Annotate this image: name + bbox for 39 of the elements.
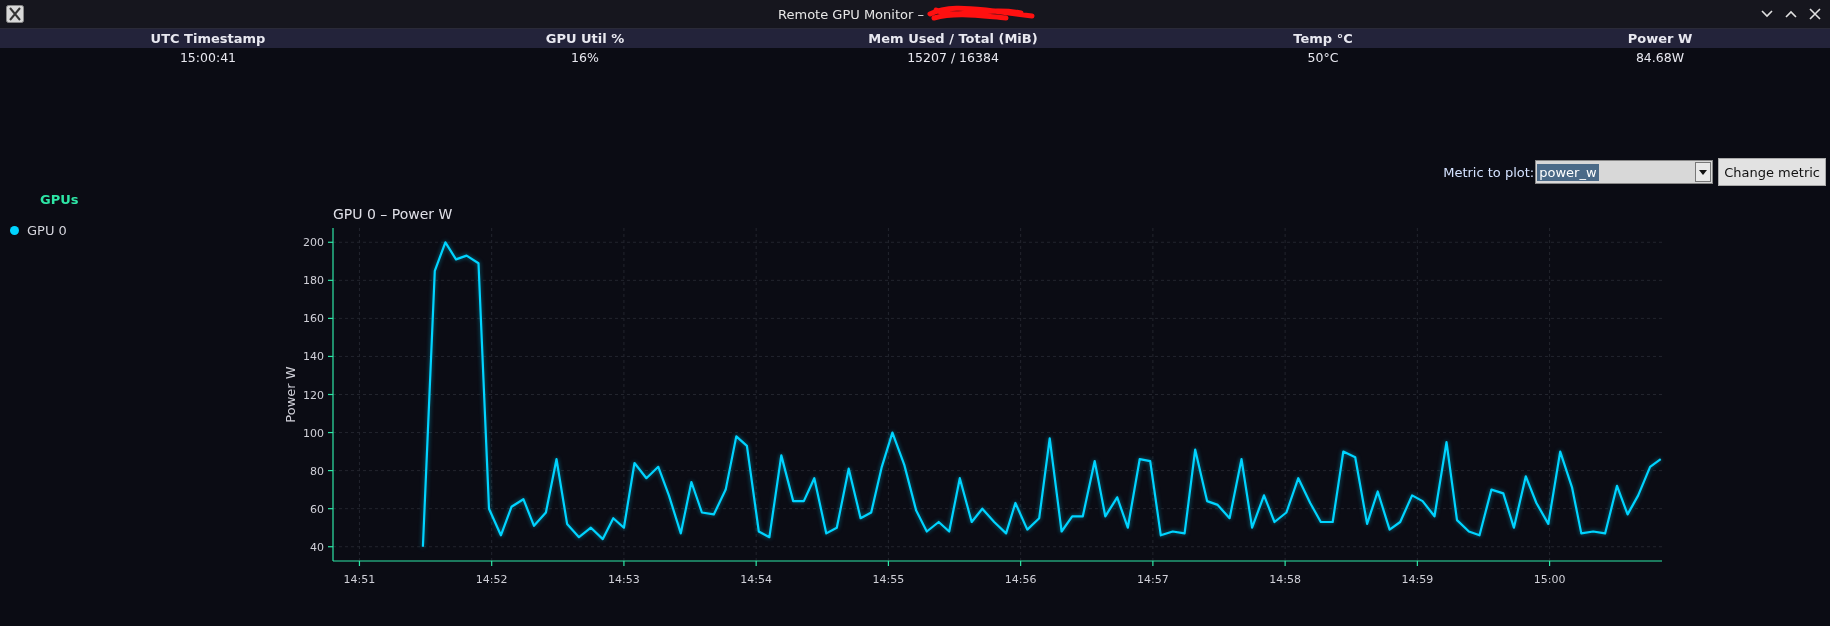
x-tick-label: 14:55 bbox=[872, 573, 905, 586]
metric-dropdown[interactable]: power_w bbox=[1535, 160, 1714, 184]
y-tick-label: 100 bbox=[303, 426, 324, 440]
table-cell: 15207 / 16384 bbox=[907, 50, 999, 65]
metric-label: Metric to plot: bbox=[1443, 164, 1535, 180]
gpu-list-item[interactable]: GPU 0 bbox=[27, 223, 67, 238]
x-tick-label: 15:00 bbox=[1533, 573, 1566, 586]
x-tick-label: 14:54 bbox=[740, 573, 772, 586]
column-header: GPU Util % bbox=[545, 31, 625, 46]
table-cell: 15:00:41 bbox=[179, 50, 237, 65]
column-header: Temp °C bbox=[1293, 31, 1353, 46]
table-cell: 50°C bbox=[1307, 50, 1339, 65]
chart-title: GPU 0 – Power W bbox=[333, 206, 453, 222]
y-tick-label: 120 bbox=[303, 388, 324, 402]
y-tick-label: 200 bbox=[303, 236, 324, 250]
y-tick-label: 160 bbox=[303, 312, 324, 326]
x-tick-label: 14:57 bbox=[1137, 573, 1169, 586]
x-tick-label: 14:51 bbox=[343, 573, 376, 586]
x-tick-label: 14:58 bbox=[1269, 573, 1301, 586]
column-header: Power W bbox=[1627, 31, 1693, 46]
close-icon[interactable] bbox=[1808, 7, 1822, 21]
x-tick-label: 14:56 bbox=[1004, 573, 1037, 586]
x-tick-label: 14:53 bbox=[608, 573, 640, 586]
y-tick-label: 80 bbox=[310, 464, 324, 478]
y-tick-label: 40 bbox=[310, 540, 324, 554]
column-header: Mem Used / Total (MiB) bbox=[868, 31, 1038, 46]
table-cell: 16% bbox=[571, 50, 599, 65]
column-header: UTC Timestamp bbox=[150, 31, 266, 46]
change-metric-button[interactable]: Change metric bbox=[1718, 158, 1826, 186]
y-tick-label: 60 bbox=[310, 502, 324, 516]
x-tick-label: 14:52 bbox=[475, 573, 508, 586]
table-cell: 84.68W bbox=[1635, 50, 1685, 65]
app-x-icon bbox=[6, 5, 24, 23]
sidebar-title: GPUs bbox=[39, 192, 80, 208]
x-tick-label: 14:59 bbox=[1401, 573, 1434, 586]
y-axis-label: Power W bbox=[283, 366, 298, 423]
window-title: Remote GPU Monitor – bbox=[778, 6, 924, 22]
y-tick-label: 180 bbox=[303, 274, 324, 288]
y-tick-label: 140 bbox=[303, 350, 324, 364]
